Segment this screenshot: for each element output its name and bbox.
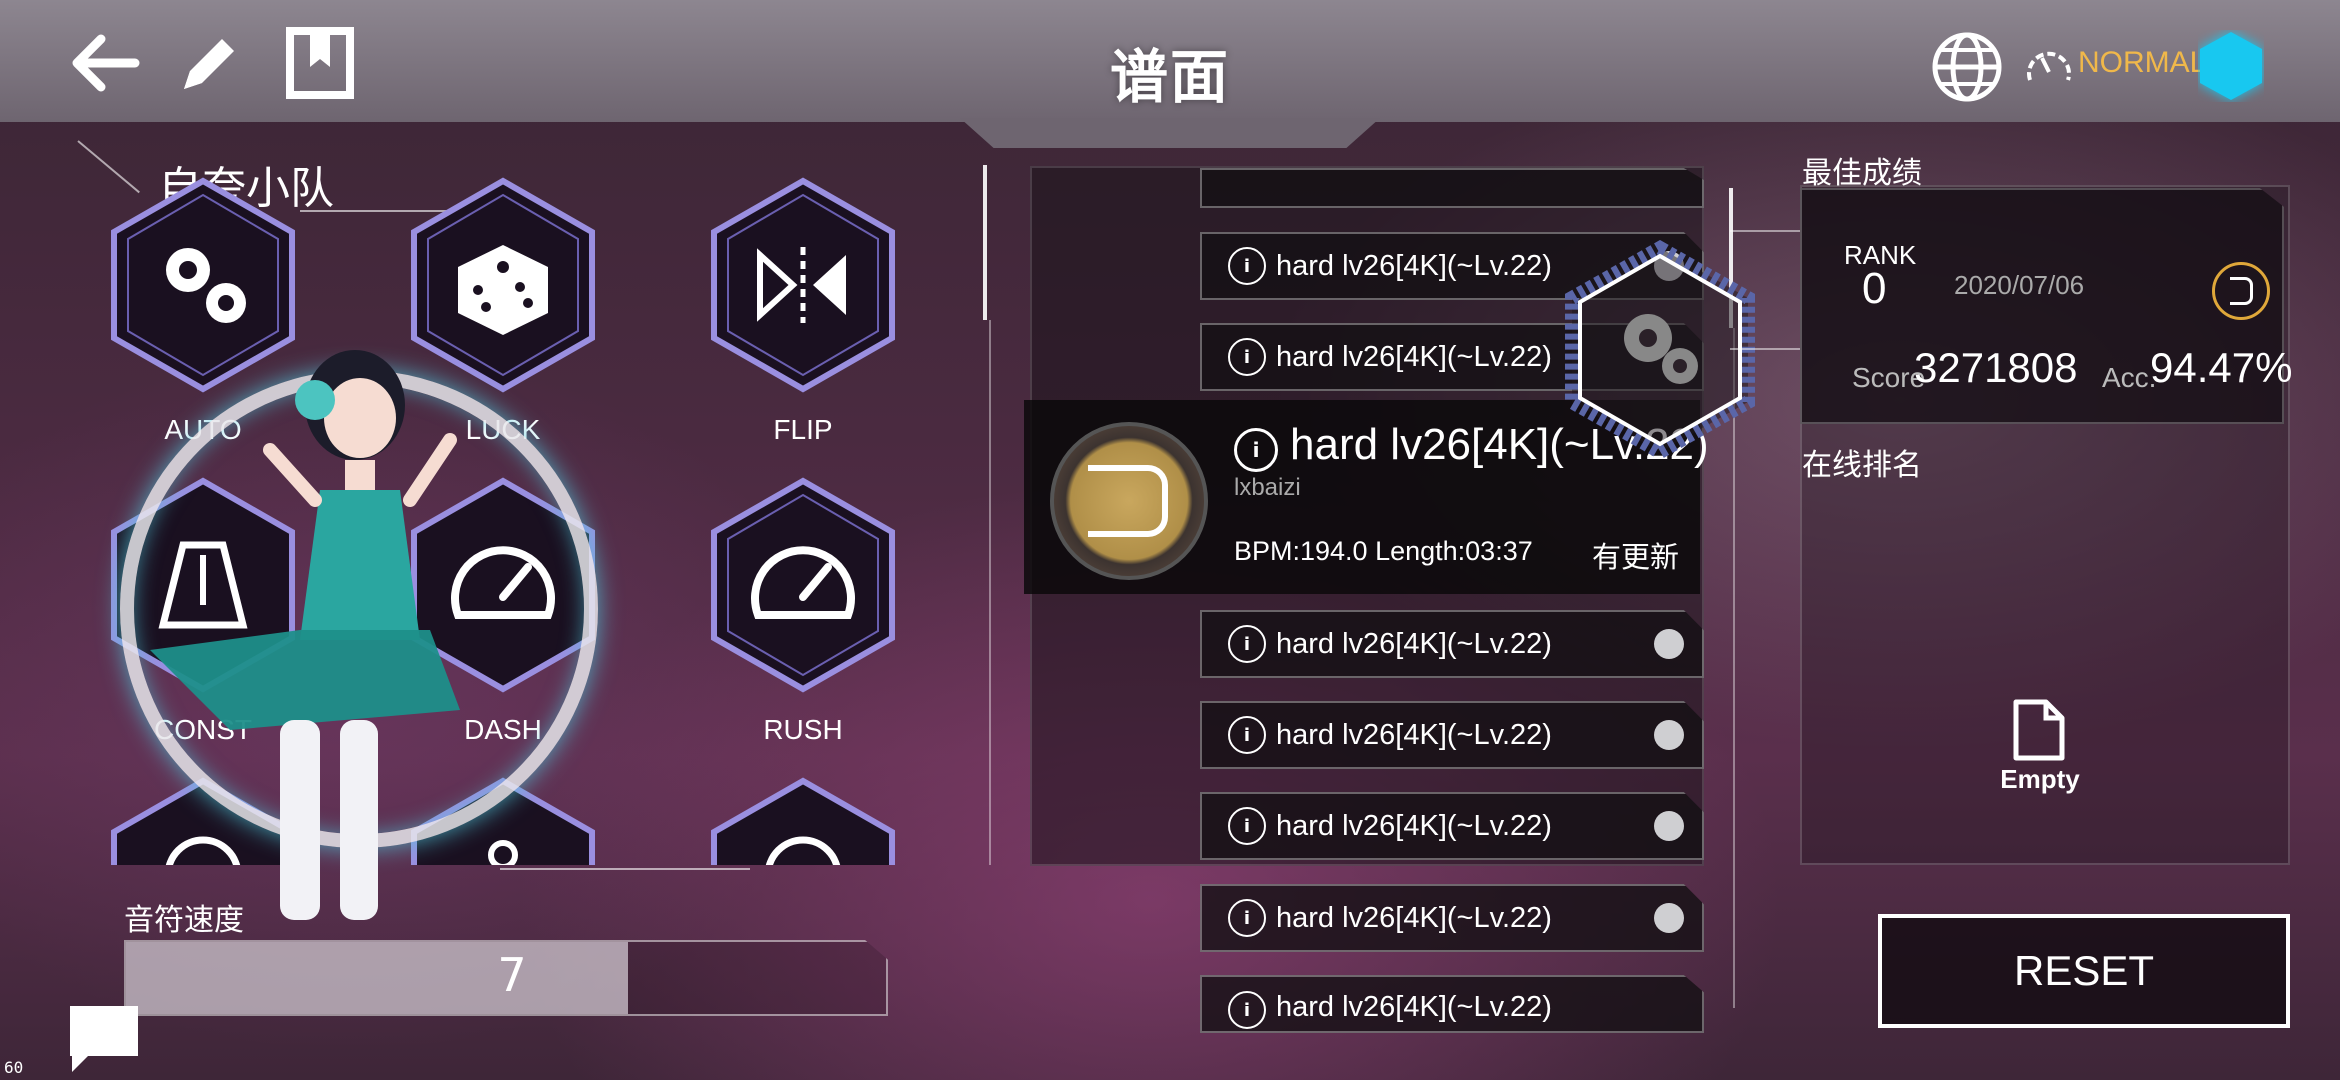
character-illustration bbox=[120, 310, 480, 974]
list-item[interactable]: i hard lv26[4K](~Lv.22) bbox=[1200, 792, 1704, 860]
divider bbox=[989, 320, 991, 865]
best-date: 2020/07/06 bbox=[1954, 270, 2085, 300]
bookmark-icon bbox=[286, 27, 354, 99]
list-item[interactable]: i hard lv26[4K](~Lv.22) bbox=[1200, 610, 1704, 678]
settings-hex-button[interactable] bbox=[1560, 239, 1760, 464]
decor-line bbox=[1730, 230, 1800, 232]
chart-mode-icon: i bbox=[1228, 338, 1266, 376]
chart-mode-icon: i bbox=[1228, 807, 1266, 845]
score-value: 3271808 bbox=[1914, 344, 2078, 391]
acc-label: Acc. bbox=[2102, 362, 2157, 393]
status-dot bbox=[1654, 903, 1684, 933]
top-bar-notch bbox=[960, 118, 1380, 148]
note-speed-label: 音符速度 bbox=[124, 903, 244, 938]
list-item[interactable]: i hard lv26[4K](~Lv.22) bbox=[1200, 701, 1704, 769]
chart-mode-icon: i bbox=[1228, 991, 1266, 1029]
page-title: 谱面 bbox=[1109, 43, 1230, 111]
bookmark-button[interactable] bbox=[275, 18, 365, 108]
status-dot bbox=[1654, 629, 1684, 659]
decor-line bbox=[500, 868, 750, 870]
chart-mode-icon: i bbox=[1234, 428, 1278, 472]
chart-mode-icon: i bbox=[1228, 247, 1266, 285]
language-button[interactable] bbox=[1922, 22, 2012, 112]
back-button[interactable] bbox=[60, 18, 150, 108]
update-available-label[interactable]: 有更新 bbox=[1592, 534, 1679, 576]
list-item-label: hard lv26[4K](~Lv.22) bbox=[1276, 718, 1552, 751]
chart-mode-icon: i bbox=[1228, 716, 1266, 754]
mod-rush-button[interactable] bbox=[708, 475, 898, 695]
list-item[interactable]: i hard lv26[4K](~Lv.22) bbox=[1200, 884, 1704, 952]
status-dot bbox=[1654, 811, 1684, 841]
list-item-label: hard lv26[4K](~Lv.22) bbox=[1276, 627, 1552, 660]
chart-mode-icon: i bbox=[1228, 899, 1266, 937]
list-item-label: hard lv26[4K](~Lv.22) bbox=[1276, 249, 1552, 282]
difficulty-glyph-icon bbox=[1088, 465, 1168, 537]
list-item-label: hard lv26[4K](~Lv.22) bbox=[1276, 809, 1552, 842]
chat-button[interactable] bbox=[66, 1002, 142, 1080]
best-score-title: 最佳成绩 bbox=[1802, 156, 1922, 191]
online-ranking-title: 在线排名 bbox=[1802, 448, 1922, 483]
globe-icon bbox=[1932, 32, 2002, 102]
difficulty-label[interactable]: NORMAL bbox=[2078, 46, 2206, 80]
mod-flip-button[interactable] bbox=[708, 175, 898, 395]
list-item-label: hard lv26[4K](~Lv.22) bbox=[1276, 901, 1552, 934]
hexagon-status-icon[interactable] bbox=[2198, 30, 2264, 106]
list-scroll-left bbox=[983, 165, 987, 320]
fps-counter: 60 bbox=[4, 1058, 24, 1077]
pencil-icon bbox=[184, 39, 234, 89]
acc-value: 94.47% bbox=[2150, 344, 2293, 391]
rank-value: 0 bbox=[1862, 264, 1887, 313]
status-dot bbox=[1654, 720, 1684, 750]
list-item-label: hard lv26[4K](~Lv.22) bbox=[1276, 991, 1552, 1023]
list-item[interactable] bbox=[1200, 168, 1704, 208]
document-icon bbox=[2012, 698, 2066, 766]
edit-button[interactable] bbox=[165, 18, 255, 108]
empty-label: Empty bbox=[2000, 764, 2080, 794]
difficulty-badge-icon bbox=[2212, 262, 2270, 320]
difficulty-gauge-icon bbox=[2024, 42, 2074, 90]
list-item-label: hard lv26[4K](~Lv.22) bbox=[1276, 340, 1552, 373]
decor-line bbox=[1730, 348, 1800, 350]
mod-flip-label: FLIP bbox=[773, 414, 833, 445]
reset-button[interactable]: RESET bbox=[1878, 914, 2290, 1028]
arrow-left-icon bbox=[72, 34, 140, 92]
mod-rush-label: RUSH bbox=[763, 714, 843, 745]
chart-mode-icon: i bbox=[1228, 625, 1266, 663]
selected-song-meta: BPM:194.0 Length:03:37 bbox=[1234, 536, 1533, 566]
list-item[interactable]: i hard lv26[4K](~Lv.22) bbox=[1200, 975, 1704, 1033]
selected-song-author: lxbaizi bbox=[1234, 474, 1301, 501]
chat-bubble-icon bbox=[70, 1006, 138, 1072]
note-speed-value: 7 bbox=[497, 948, 527, 1002]
